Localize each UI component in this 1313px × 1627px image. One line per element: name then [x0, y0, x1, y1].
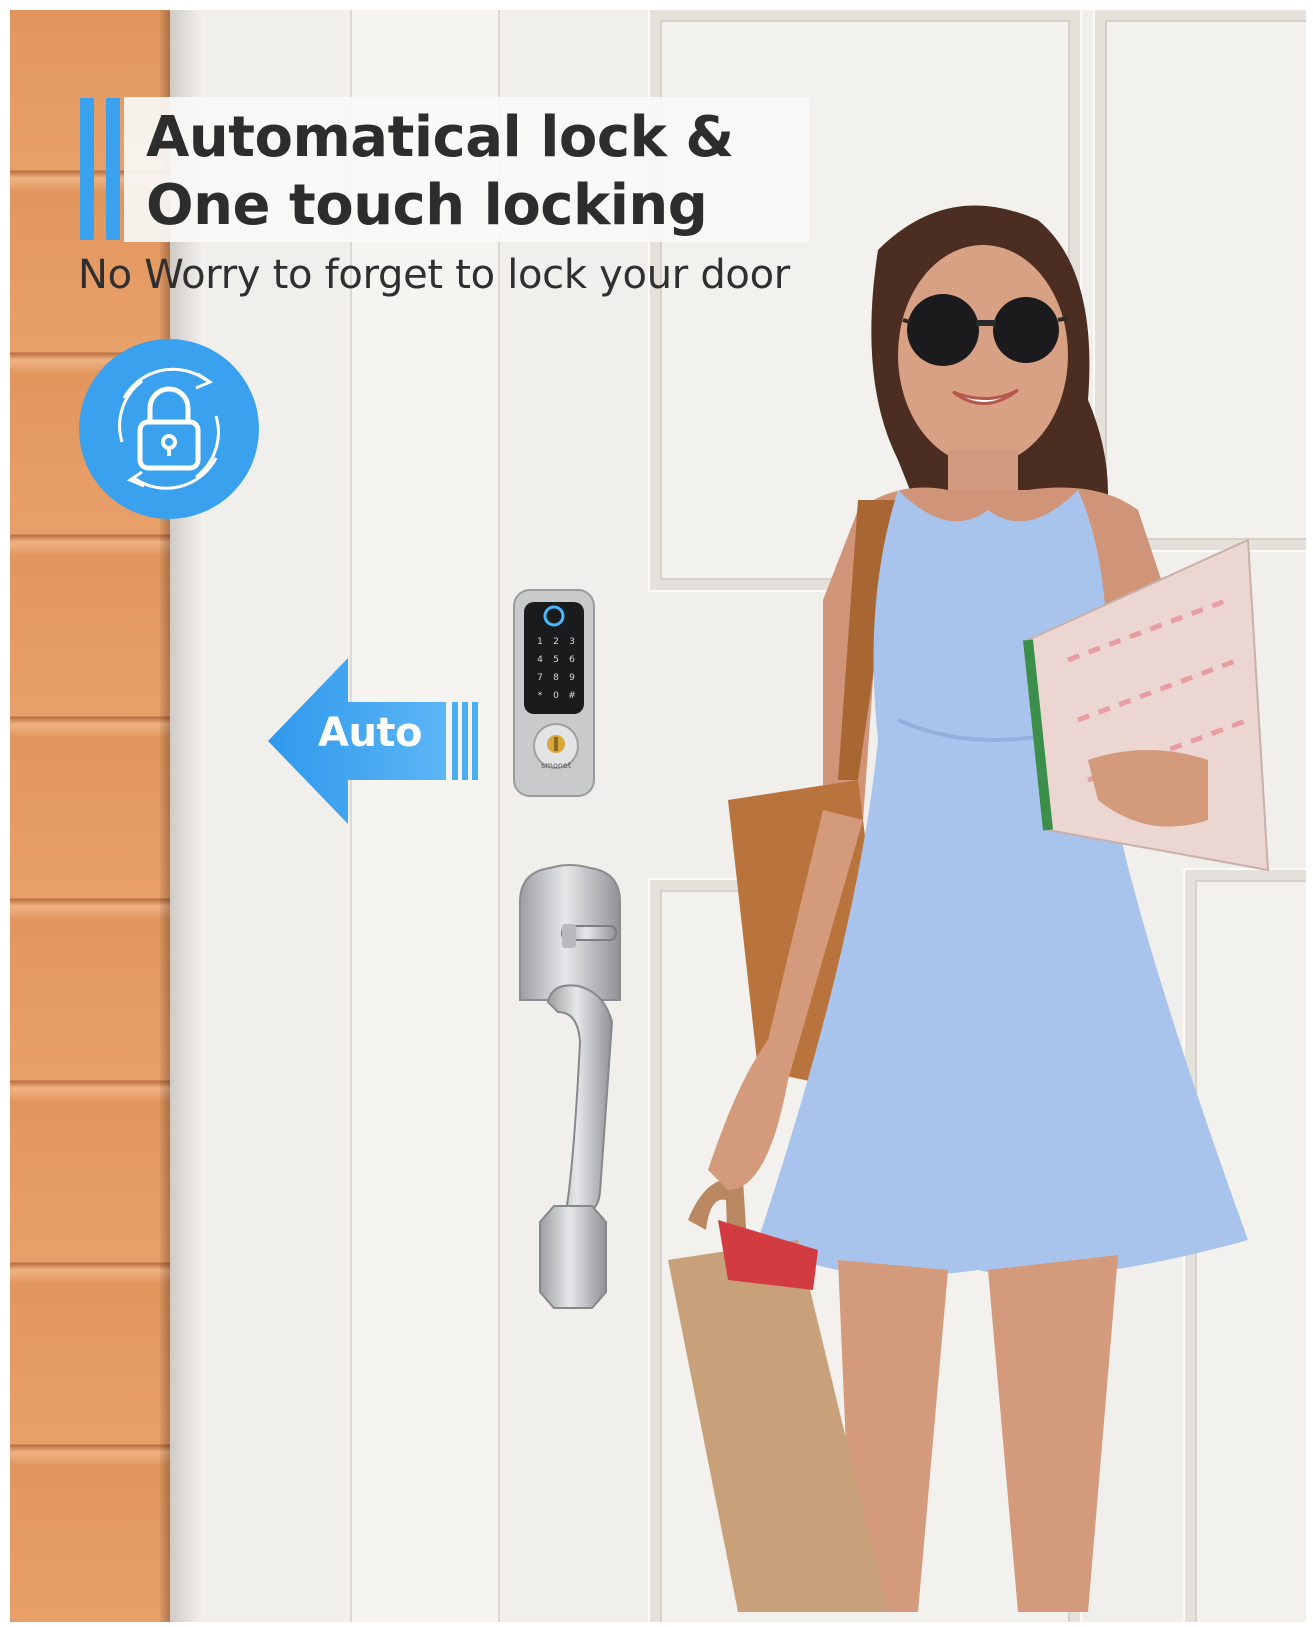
smart-lock-keypad: 123 456 789 * 0 # smonet: [512, 588, 596, 798]
svg-text:8: 8: [553, 673, 559, 683]
svg-text:9: 9: [569, 673, 575, 683]
svg-text:*: *: [538, 691, 543, 701]
headline-line-2: One touch locking: [146, 173, 708, 238]
svg-text:3: 3: [569, 637, 575, 647]
auto-label: Auto: [318, 710, 423, 756]
svg-text:4: 4: [537, 655, 543, 665]
headline-line-1: Automatical lock &: [146, 105, 734, 170]
headline: Automatical lock & One touch locking: [146, 104, 734, 240]
woman-with-shopping: [648, 180, 1296, 1612]
svg-text:7: 7: [537, 673, 543, 683]
svg-text:0: 0: [553, 691, 559, 701]
door-handleset: [512, 862, 632, 1312]
svg-text:1: 1: [537, 637, 543, 647]
svg-text:6: 6: [569, 655, 575, 665]
svg-text:smonet: smonet: [541, 761, 571, 770]
title-accent-bars: [80, 98, 124, 240]
svg-text:2: 2: [553, 637, 559, 647]
svg-text:5: 5: [553, 655, 559, 665]
svg-text:#: #: [568, 691, 576, 701]
product-image: Automatical lock & One touch locking No …: [0, 0, 1313, 1627]
auto-lock-icon: [78, 338, 260, 520]
